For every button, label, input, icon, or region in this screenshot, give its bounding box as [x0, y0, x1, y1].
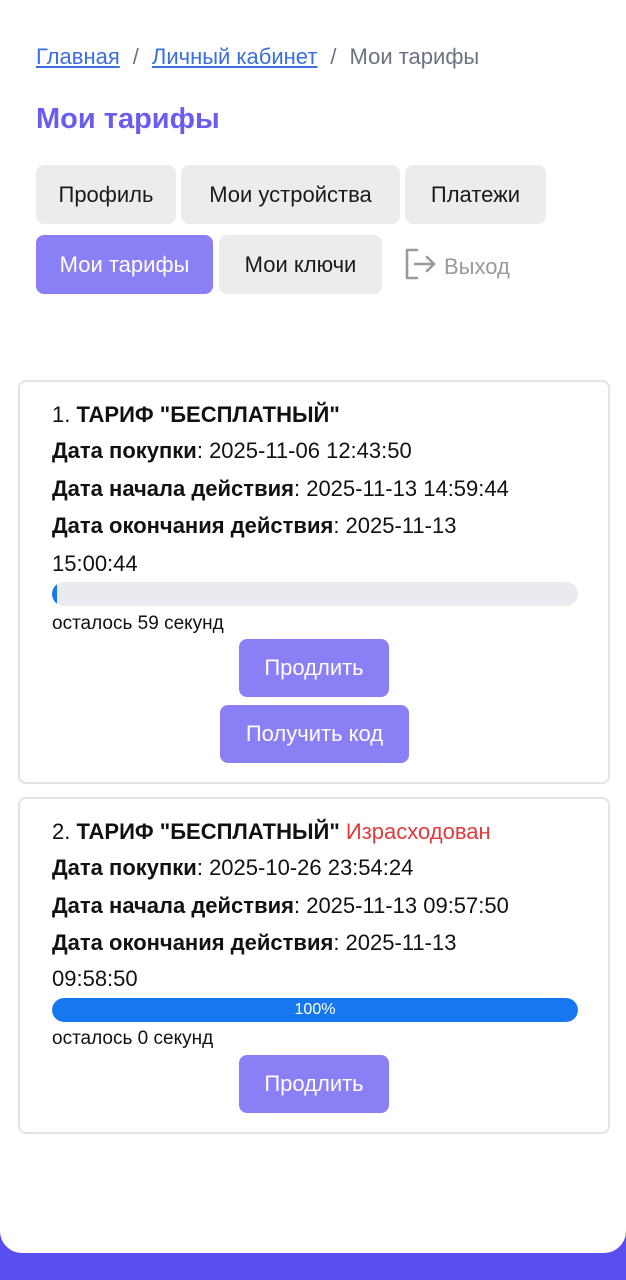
purchase-date: 2025-11-06 12:43:50	[209, 438, 412, 463]
progress-bar	[52, 582, 578, 606]
extend-button[interactable]: Продлить	[239, 639, 389, 697]
breadcrumb-separator: /	[330, 44, 337, 69]
extend-button[interactable]: Продлить	[239, 1055, 389, 1113]
breadcrumb-account-link[interactable]: Личный кабинет	[152, 44, 318, 70]
tariff-name: ТАРИФ "БЕСПЛАТНЫЙ"	[76, 819, 340, 844]
breadcrumb-separator: /	[132, 44, 139, 69]
start-date: 2025-11-13 09:57:50	[306, 893, 509, 918]
tab-my-keys[interactable]: Мои ключи	[219, 235, 382, 294]
tab-profile[interactable]: Профиль	[36, 165, 176, 224]
page-title: Мои тарифы	[36, 103, 220, 135]
end-date: 2025-11-13	[345, 930, 457, 955]
logout-icon	[402, 246, 444, 288]
purchase-date-row: Дата покупки: 2025-11-06 12:43:50	[52, 438, 412, 463]
end-date-row: Дата окончания действия: 2025-11-13	[52, 930, 457, 955]
tariff-title: 2. ТАРИФ "БЕСПЛАТНЫЙ" Израсходован	[52, 819, 491, 844]
progress-fill: 100%	[52, 998, 578, 1022]
footer-band	[0, 1253, 626, 1280]
logout-button[interactable]: Выход	[402, 246, 510, 288]
end-date-time: 09:58:50	[52, 966, 138, 991]
end-date-time: 15:00:44	[52, 551, 138, 576]
remaining-time: осталось 59 секунд	[52, 613, 224, 634]
page: Главная / Личный кабинет / Мои тарифы Мо…	[0, 0, 626, 1253]
tab-payments[interactable]: Платежи	[405, 165, 546, 224]
tariff-card: 2. ТАРИФ "БЕСПЛАТНЫЙ" Израсходован Дата …	[18, 797, 610, 1134]
purchase-date-row: Дата покупки: 2025-10-26 23:54:24	[52, 855, 414, 880]
remaining-time: осталось 0 секунд	[52, 1028, 214, 1049]
breadcrumb: Главная / Личный кабинет / Мои тарифы	[36, 44, 479, 70]
progress-fill	[52, 582, 58, 606]
logout-label: Выход	[444, 254, 510, 279]
status-badge: Израсходован	[345, 819, 491, 844]
start-date-row: Дата начала действия: 2025-11-13 14:59:4…	[52, 476, 509, 501]
start-date: 2025-11-13 14:59:44	[306, 476, 509, 501]
progress-bar: 100%	[52, 998, 578, 1022]
tariff-title: 1. ТАРИФ "БЕСПЛАТНЫЙ"	[52, 402, 340, 427]
tariff-name: ТАРИФ "БЕСПЛАТНЫЙ"	[76, 402, 340, 427]
get-code-button[interactable]: Получить код	[220, 705, 409, 763]
tab-my-tariffs[interactable]: Мои тарифы	[36, 235, 213, 294]
tariff-card: 1. ТАРИФ "БЕСПЛАТНЫЙ" Дата покупки: 2025…	[18, 380, 610, 784]
start-date-row: Дата начала действия: 2025-11-13 09:57:5…	[52, 893, 509, 918]
tab-devices[interactable]: Мои устройства	[181, 165, 400, 224]
end-date: 2025-11-13	[345, 513, 457, 538]
end-date-row: Дата окончания действия: 2025-11-13	[52, 513, 457, 538]
purchase-date: 2025-10-26 23:54:24	[209, 855, 414, 880]
breadcrumb-current: Мои тарифы	[349, 44, 480, 69]
breadcrumb-home-link[interactable]: Главная	[36, 44, 120, 70]
